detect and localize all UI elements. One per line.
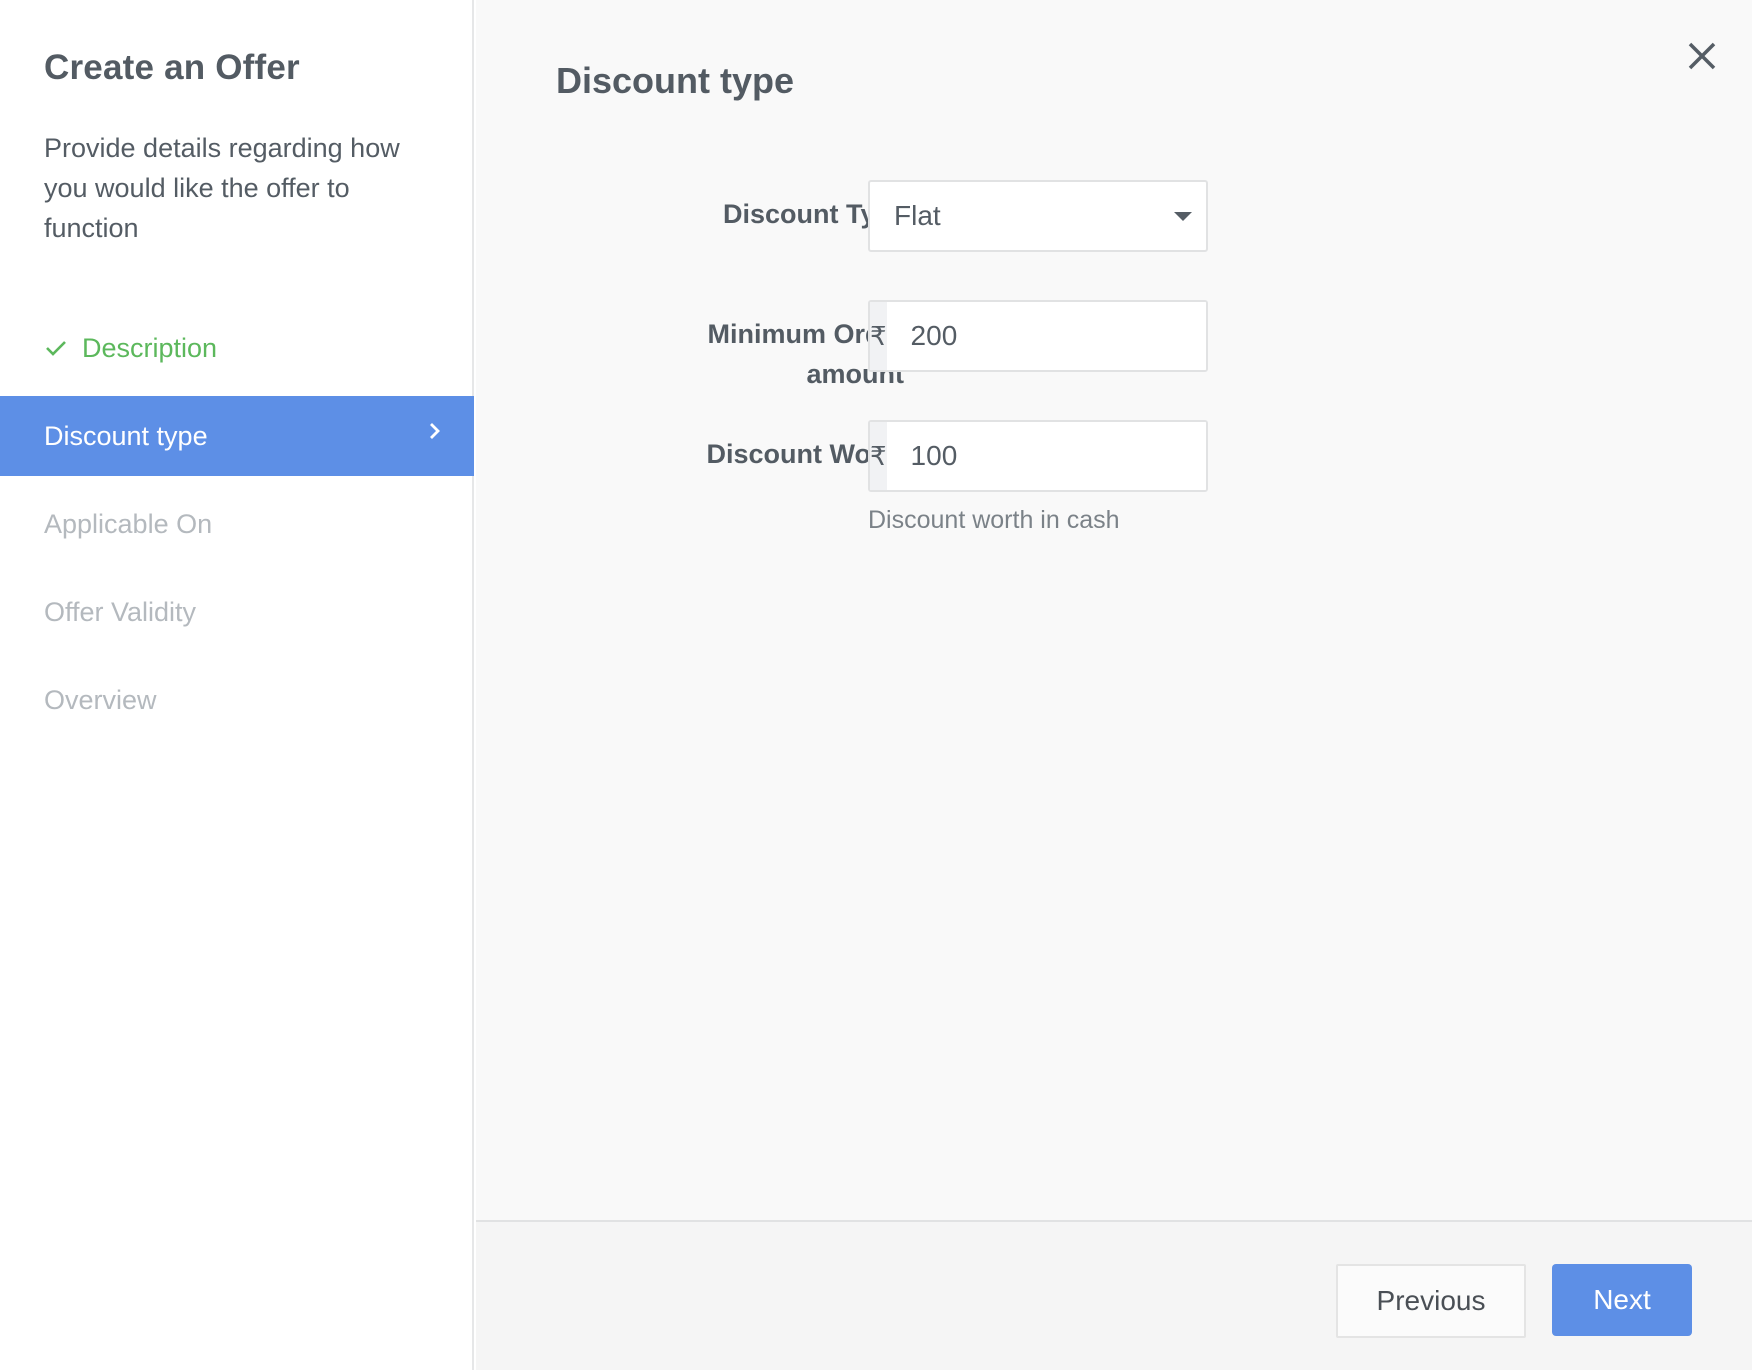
minimum-order-label: Minimum Order* amount bbox=[586, 314, 916, 394]
close-icon bbox=[1688, 42, 1716, 70]
discount-worth-label: Discount Worth* bbox=[586, 434, 917, 474]
wizard-title: Create an Offer bbox=[44, 48, 300, 87]
step-overview[interactable]: Overview bbox=[0, 660, 474, 740]
discount-worth-input-group: ₹ bbox=[868, 420, 1208, 492]
next-button[interactable]: Next bbox=[1552, 1264, 1692, 1336]
section-title: Discount type bbox=[556, 60, 795, 101]
wizard-description: Provide details regarding how you would … bbox=[44, 133, 400, 243]
discount-worth-input[interactable] bbox=[886, 422, 1206, 490]
main-panel: Discount type Discount Type* Flat Minimu… bbox=[476, 0, 1752, 1220]
close-button[interactable] bbox=[1684, 38, 1720, 74]
rupee-icon: ₹ bbox=[870, 422, 887, 490]
discount-type-label: Discount Type* bbox=[586, 194, 916, 234]
wizard-steps: Description Discount type Applicable On … bbox=[0, 308, 474, 748]
previous-button[interactable]: Previous bbox=[1336, 1264, 1526, 1338]
chevron-right-icon bbox=[428, 420, 442, 442]
checkmark-icon bbox=[44, 338, 68, 358]
step-label: Discount type bbox=[44, 420, 208, 451]
step-applicable-on[interactable]: Applicable On bbox=[0, 484, 474, 564]
rupee-icon: ₹ bbox=[870, 302, 887, 370]
step-description[interactable]: Description bbox=[0, 308, 474, 388]
step-label: Overview bbox=[44, 684, 157, 715]
discount-worth-help-text: Discount worth in cash bbox=[868, 506, 1120, 534]
wizard-sidebar: Create an Offer Provide details regardin… bbox=[0, 0, 474, 1370]
step-label: Applicable On bbox=[44, 508, 213, 539]
step-label: Description bbox=[82, 332, 218, 363]
caret-down-icon bbox=[1174, 212, 1192, 221]
wizard-footer: Previous Next bbox=[476, 1220, 1752, 1370]
step-label: Offer Validity bbox=[44, 596, 197, 627]
step-discount-type[interactable]: Discount type bbox=[0, 396, 474, 476]
minimum-order-input-group: ₹ bbox=[868, 300, 1208, 372]
step-offer-validity[interactable]: Offer Validity bbox=[0, 572, 474, 652]
selected-value: Flat bbox=[894, 200, 941, 231]
minimum-order-input[interactable] bbox=[886, 302, 1206, 370]
discount-type-select[interactable]: Flat bbox=[868, 180, 1208, 252]
